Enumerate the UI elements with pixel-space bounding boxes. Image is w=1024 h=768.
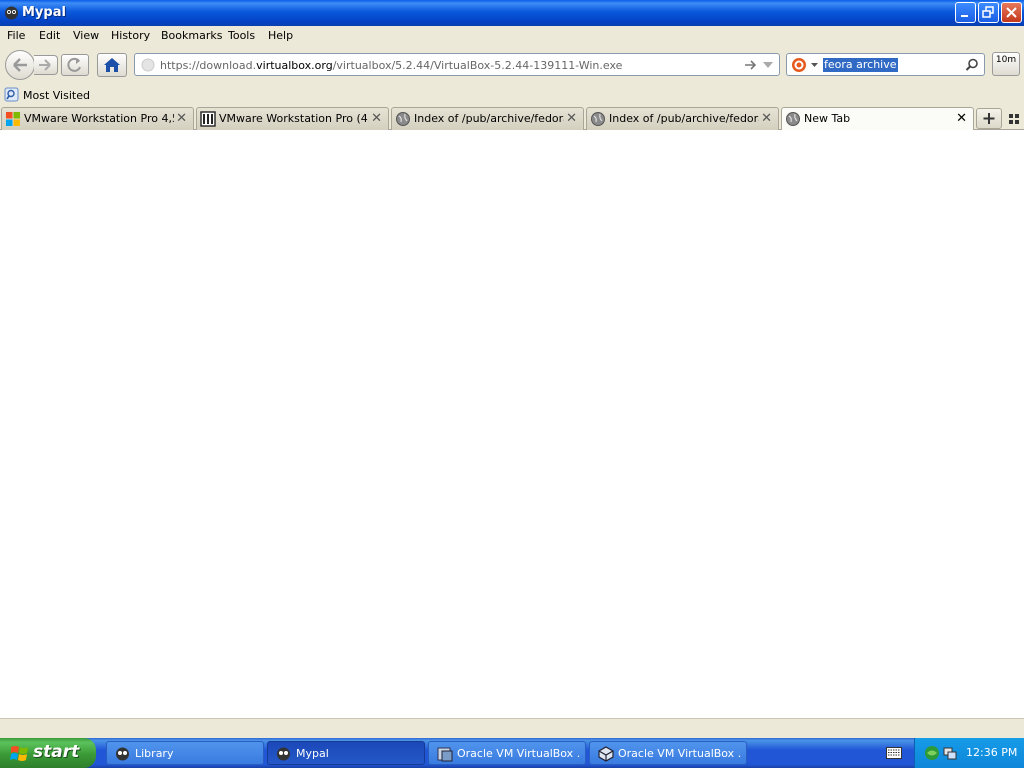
home-button[interactable] xyxy=(97,53,127,77)
title-bar[interactable]: Mypal xyxy=(0,0,1024,26)
mypal-icon xyxy=(116,747,129,761)
virtualbox-installer-icon xyxy=(437,747,453,762)
addon-button[interactable]: 10m xyxy=(992,52,1020,76)
menu-help[interactable]: Help xyxy=(268,29,293,42)
taskbar-item-virtualbox[interactable]: Oracle VM VirtualBox ... xyxy=(589,741,747,765)
url-domain: virtualbox.org xyxy=(256,59,333,72)
menu-bookmarks[interactable]: Bookmarks xyxy=(161,29,222,42)
tab[interactable]: Index of /pub/archive/fedora... ✕ xyxy=(586,107,779,130)
tab-close-icon[interactable]: ✕ xyxy=(176,111,187,126)
tab-close-icon[interactable]: ✕ xyxy=(761,111,772,126)
tab-label: VMware Workstation Pro (4.5... xyxy=(219,112,369,125)
url-text[interactable]: https://download.virtualbox.org/virtualb… xyxy=(160,59,622,72)
tab-active[interactable]: New Tab ✕ xyxy=(781,107,974,131)
tab-label: New Tab xyxy=(804,112,851,125)
mypal-app-icon xyxy=(5,6,18,20)
page-content[interactable] xyxy=(0,130,1024,718)
list-all-tabs-icon[interactable] xyxy=(1008,113,1020,125)
forward-button[interactable] xyxy=(34,55,58,75)
search-input[interactable]: feora archive xyxy=(823,58,898,72)
taskbar-item-library[interactable]: Library xyxy=(106,741,264,765)
reload-button[interactable] xyxy=(61,54,89,76)
keyboard-icon[interactable] xyxy=(886,747,902,759)
archive-building-icon xyxy=(200,111,216,127)
taskbar-item-label: Library xyxy=(135,747,174,760)
clock[interactable]: 12:36 PM xyxy=(966,746,1017,759)
new-tab-button[interactable] xyxy=(976,108,1002,129)
close-icon xyxy=(1006,7,1017,18)
engine-dropdown-icon[interactable] xyxy=(811,63,818,67)
virtualbox-icon xyxy=(598,746,614,762)
connection-icon[interactable] xyxy=(942,745,958,761)
navigation-toolbar: https://download.virtualbox.org/virtualb… xyxy=(0,46,1024,84)
search-bar[interactable]: feora archive xyxy=(786,53,985,76)
back-arrow-icon xyxy=(13,58,27,72)
plus-icon xyxy=(983,113,995,124)
bookmarks-toolbar: Most Visited xyxy=(0,84,1024,106)
url-path: /virtualbox/5.2.44/VirtualBox-5.2.44-139… xyxy=(332,59,623,72)
search-icon[interactable] xyxy=(965,58,979,72)
restore-icon xyxy=(982,6,994,18)
taskbar-item-virtualbox-installer[interactable]: Oracle VM VirtualBox ... xyxy=(428,741,586,765)
go-arrow-icon[interactable] xyxy=(743,58,757,72)
taskbar: start Library Mypal Oracle VM VirtualBox… xyxy=(0,738,1024,768)
taskbar-item-mypal[interactable]: Mypal xyxy=(267,741,425,765)
tab-close-icon[interactable]: ✕ xyxy=(371,111,382,126)
site-identity-icon[interactable] xyxy=(141,58,155,72)
bookmark-most-visited[interactable]: Most Visited xyxy=(23,89,90,102)
back-button[interactable] xyxy=(5,50,35,80)
start-button[interactable]: start xyxy=(0,738,96,768)
tab[interactable]: VMware Workstation Pro (4.5... ✕ xyxy=(196,107,389,130)
tab-close-icon[interactable]: ✕ xyxy=(956,111,967,126)
menu-edit[interactable]: Edit xyxy=(39,29,60,42)
minimize-button[interactable] xyxy=(955,2,976,23)
close-button[interactable] xyxy=(1001,2,1022,23)
taskbar-item-label: Oracle VM VirtualBox ... xyxy=(618,747,742,760)
tab[interactable]: Index of /pub/archive/fedora... ✕ xyxy=(391,107,584,130)
windows-flag-icon xyxy=(10,746,28,761)
tab-strip: VMware Workstation Pro 4,5,... ✕ VMware … xyxy=(0,106,1024,131)
search-engine-icon[interactable] xyxy=(791,57,807,73)
menu-history[interactable]: History xyxy=(111,29,150,42)
menu-tools[interactable]: Tools xyxy=(228,29,255,42)
tab-label: Index of /pub/archive/fedora... xyxy=(414,112,564,125)
tab-close-icon[interactable]: ✕ xyxy=(566,111,577,126)
network-icon[interactable] xyxy=(924,745,940,761)
tab-label: Index of /pub/archive/fedora... xyxy=(609,112,759,125)
globe-icon xyxy=(786,112,800,126)
menu-bar: File Edit View History Bookmarks Tools H… xyxy=(0,26,1024,46)
addon-label: 10m xyxy=(995,55,1017,65)
window-title: Mypal xyxy=(22,5,66,20)
globe-icon xyxy=(591,112,605,126)
tab[interactable]: VMware Workstation Pro 4,5,... ✕ xyxy=(1,107,194,130)
start-label: start xyxy=(33,742,80,762)
forward-arrow-icon xyxy=(39,59,51,71)
globe-icon xyxy=(396,112,410,126)
system-tray: 12:36 PM xyxy=(914,738,1024,768)
minimize-icon xyxy=(961,15,968,17)
most-visited-icon xyxy=(4,87,19,102)
windows-logo-icon xyxy=(6,112,20,126)
taskbar-item-label: Mypal xyxy=(296,747,329,760)
home-icon xyxy=(104,58,120,72)
mypal-icon xyxy=(277,747,290,761)
url-prefix: https://download. xyxy=(160,59,257,72)
taskbar-item-label: Oracle VM VirtualBox ... xyxy=(457,747,581,760)
tab-label: VMware Workstation Pro 4,5,... xyxy=(24,112,174,125)
menu-view[interactable]: View xyxy=(73,29,99,42)
url-bar[interactable]: https://download.virtualbox.org/virtualb… xyxy=(134,53,780,76)
restore-button[interactable] xyxy=(978,2,999,23)
status-bar xyxy=(0,718,1024,738)
menu-file[interactable]: File xyxy=(7,29,25,42)
reload-icon xyxy=(67,57,81,72)
url-dropdown-icon[interactable] xyxy=(763,62,773,68)
